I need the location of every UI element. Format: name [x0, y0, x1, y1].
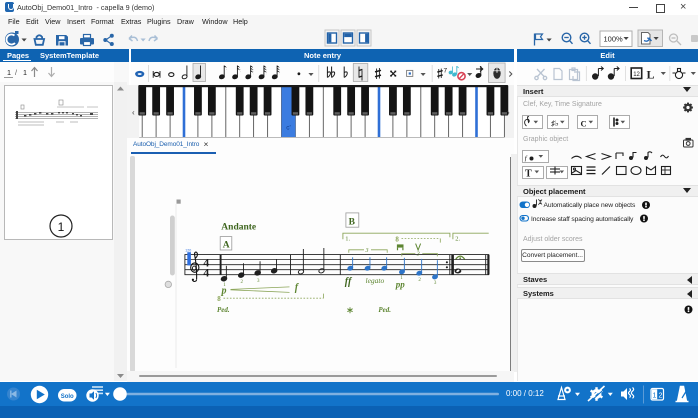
svg-text:3: 3 — [416, 251, 420, 257]
svg-text:L: L — [647, 68, 655, 82]
svg-text:3: 3 — [257, 279, 260, 284]
svg-text:♯♭: ♯♭ — [551, 119, 559, 128]
svg-text:2: 2 — [241, 280, 244, 285]
svg-text:Ped.: Ped. — [217, 306, 230, 314]
svg-text:pp: pp — [395, 279, 406, 289]
svg-text:12: 12 — [633, 72, 640, 78]
svg-text:ƒ: ƒ — [524, 154, 528, 163]
svg-text:1: 1 — [653, 392, 657, 399]
svg-text:3: 3 — [434, 281, 437, 286]
svg-text:f: f — [295, 282, 300, 293]
svg-text:2: 2 — [418, 278, 421, 283]
svg-text:C: C — [581, 119, 587, 129]
svg-text:8: 8 — [395, 236, 399, 244]
svg-text:‹: ‹ — [132, 108, 135, 117]
svg-text:2.: 2. — [455, 236, 460, 243]
svg-text:p: p — [221, 285, 227, 296]
svg-text:3: 3 — [365, 248, 369, 254]
svg-text:120: 120 — [185, 248, 191, 252]
svg-text:legato: legato — [366, 276, 385, 285]
svg-text:T: T — [525, 169, 532, 180]
svg-text:Solo: Solo — [61, 394, 74, 400]
svg-text:Ped.: Ped. — [378, 306, 391, 314]
svg-text:2: 2 — [658, 392, 662, 399]
svg-text:›: › — [507, 108, 510, 117]
svg-text:1: 1 — [58, 220, 65, 234]
svg-text:A: A — [223, 241, 230, 251]
svg-text:Andante: Andante — [221, 222, 256, 232]
svg-text:4: 4 — [203, 265, 209, 279]
svg-text:8: 8 — [217, 295, 221, 303]
svg-text:7: 7 — [444, 68, 448, 75]
svg-text:B: B — [349, 217, 356, 227]
svg-text:100%: 100% — [604, 35, 624, 44]
svg-text:c': c' — [286, 124, 291, 131]
svg-text:1.: 1. — [345, 236, 350, 243]
svg-text:ff: ff — [345, 277, 353, 288]
